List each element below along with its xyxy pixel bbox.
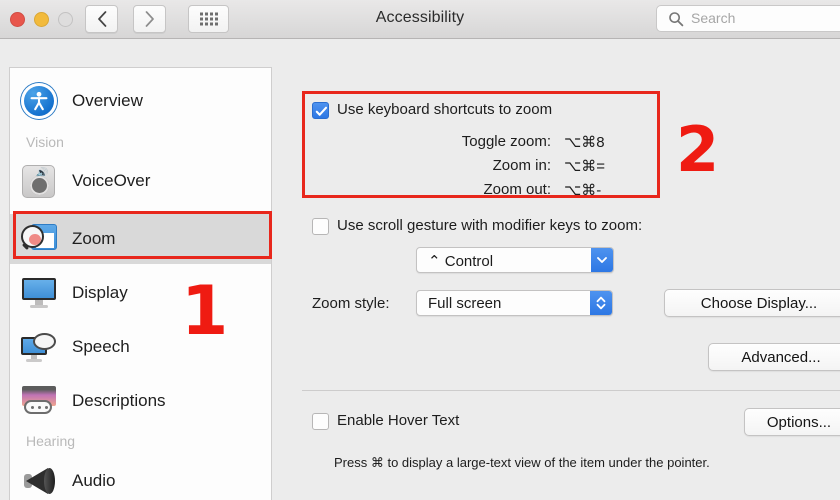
- speech-bubble-icon: [20, 328, 58, 366]
- sidebar-item-label: Speech: [72, 337, 130, 356]
- advanced-button[interactable]: Advanced...: [708, 343, 840, 371]
- zoom-style-value: Full screen: [428, 295, 502, 312]
- sidebar-group-vision: Vision: [26, 134, 64, 150]
- sidebar-item-audio[interactable]: Audio: [10, 456, 271, 500]
- annotation-step-1: 1: [181, 272, 229, 351]
- use-scroll-gesture-label: Use scroll gesture with modifier keys to…: [337, 217, 643, 234]
- search-placeholder: Search: [691, 10, 736, 26]
- accessibility-icon: [20, 82, 58, 120]
- modifier-key-value: ⌃ Control: [428, 253, 494, 270]
- sidebar-item-label: Descriptions: [72, 391, 166, 410]
- accessibility-preferences-window: Accessibility Search Overview Vision 🔊 V…: [0, 0, 840, 500]
- window-titlebar: Accessibility Search: [0, 0, 840, 39]
- sidebar-item-label: Audio: [72, 471, 116, 490]
- checkmark-icon: [315, 106, 328, 116]
- chevron-down-icon: [591, 248, 613, 272]
- hover-text-hint: Press ⌘ to display a large-text view of …: [334, 455, 710, 470]
- accessibility-category-sidebar[interactable]: Overview Vision 🔊 VoiceOver Zoom Display…: [9, 67, 272, 500]
- speaker-icon: [20, 462, 58, 500]
- zoom-settings-pane: Use keyboard shortcuts to zoom Toggle zo…: [281, 57, 840, 500]
- zoom-style-popup[interactable]: Full screen: [416, 290, 613, 316]
- sidebar-group-hearing: Hearing: [26, 433, 76, 449]
- search-icon: [669, 12, 684, 27]
- search-field[interactable]: Search: [656, 5, 840, 32]
- zoom-magnifier-icon: [20, 220, 58, 258]
- display-monitor-icon: [20, 274, 58, 312]
- sidebar-item-label: VoiceOver: [72, 171, 151, 190]
- voiceover-icon: 🔊: [20, 162, 58, 200]
- sidebar-item-speech[interactable]: Speech: [10, 322, 271, 372]
- section-divider: [302, 390, 840, 391]
- sidebar-item-descriptions[interactable]: Descriptions: [10, 376, 271, 426]
- sidebar-item-label: Zoom: [72, 229, 116, 248]
- zoom-style-label: Zoom style:: [312, 295, 390, 312]
- chevron-up-down-icon: [590, 291, 612, 315]
- sidebar-item-label: Overview: [72, 91, 143, 110]
- sidebar-item-display[interactable]: Display: [10, 268, 271, 318]
- zoom-in-shortcut: ⌥⌘=: [564, 158, 606, 175]
- modifier-key-popup[interactable]: ⌃ Control: [416, 247, 614, 273]
- enable-hover-text-label: Enable Hover Text: [337, 412, 460, 429]
- annotation-step-2: 2: [676, 113, 720, 186]
- sidebar-item-zoom[interactable]: Zoom: [10, 214, 271, 264]
- sidebar-item-label: Display: [72, 283, 128, 302]
- zoom-in-label: Zoom in:: [492, 157, 551, 174]
- use-scroll-gesture-checkbox[interactable]: [312, 218, 329, 235]
- descriptions-icon: [20, 382, 58, 420]
- toggle-zoom-shortcut: ⌥⌘8: [564, 134, 605, 151]
- use-keyboard-shortcuts-checkbox[interactable]: [312, 102, 329, 119]
- toggle-zoom-label: Toggle zoom:: [461, 133, 551, 150]
- accessibility-figure-icon: [30, 91, 48, 111]
- zoom-out-shortcut: ⌥⌘-: [564, 182, 602, 199]
- sidebar-item-overview[interactable]: Overview: [10, 76, 271, 126]
- use-keyboard-shortcuts-label: Use keyboard shortcuts to zoom: [337, 101, 553, 118]
- zoom-out-label: Zoom out:: [483, 181, 551, 198]
- sidebar-item-voiceover[interactable]: 🔊 VoiceOver: [10, 156, 271, 206]
- hover-text-options-button[interactable]: Options...: [744, 408, 840, 436]
- choose-display-button[interactable]: Choose Display...: [664, 289, 840, 317]
- enable-hover-text-checkbox[interactable]: [312, 413, 329, 430]
